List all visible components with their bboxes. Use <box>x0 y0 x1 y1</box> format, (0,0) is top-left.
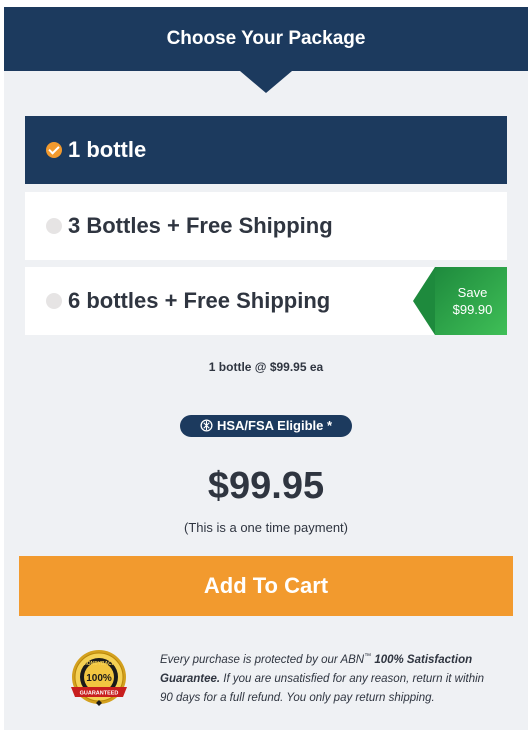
radio-checked-icon[interactable] <box>46 142 62 158</box>
payment-note: (This is a one time payment) <box>183 520 348 535</box>
seal-number: 100% <box>86 673 112 684</box>
hsa-fsa-badge: HSA/FSA Eligible * <box>180 415 352 437</box>
medical-icon <box>200 419 213 432</box>
option-label: 3 Bottles + Free Shipping <box>68 213 333 238</box>
radio-unchecked-icon[interactable] <box>46 218 62 234</box>
seal-sub-text: GUARANTEED <box>80 691 119 697</box>
total-price: $99.95 <box>207 465 325 507</box>
option-3-bottles[interactable]: 3 Bottles + Free Shipping <box>25 192 507 260</box>
package-header: Choose Your Package <box>4 7 528 71</box>
option-1-bottle[interactable]: 1 bottle <box>25 116 507 184</box>
save-badge-amount: $99.90 <box>452 302 493 317</box>
save-badge: Save $99.90 <box>413 267 507 335</box>
package-panel: Choose Your Package 1 bottle 3 Bottles +… <box>4 7 528 730</box>
guarantee-text: Every purchase is protected by our ABN™ … <box>160 647 490 708</box>
hsa-label: HSA/FSA Eligible * <box>216 418 333 433</box>
radio-unchecked-icon[interactable] <box>46 293 62 309</box>
moneyback-guarantee-seal-icon: MONEYBACK 100% GUARANTEED <box>71 650 127 706</box>
seal-top-text: MONEYBACK <box>83 661 116 667</box>
option-label: 6 bottles + Free Shipping <box>68 288 331 313</box>
page-title: Choose Your Package <box>166 28 366 49</box>
add-to-cart-button[interactable]: Add To Cart <box>19 556 513 616</box>
header-arrow <box>240 71 292 93</box>
option-6-bottles[interactable]: 6 bottles + Free Shipping Save $99.90 <box>25 267 507 335</box>
price-per-bottle: 1 bottle @ $99.95 ea <box>208 360 324 374</box>
save-badge-line1: Save <box>457 285 488 300</box>
guarantee-part1: Every purchase is protected by our ABN <box>160 653 365 666</box>
option-label: 1 bottle <box>68 137 147 162</box>
trademark-symbol: ™ <box>364 653 372 660</box>
